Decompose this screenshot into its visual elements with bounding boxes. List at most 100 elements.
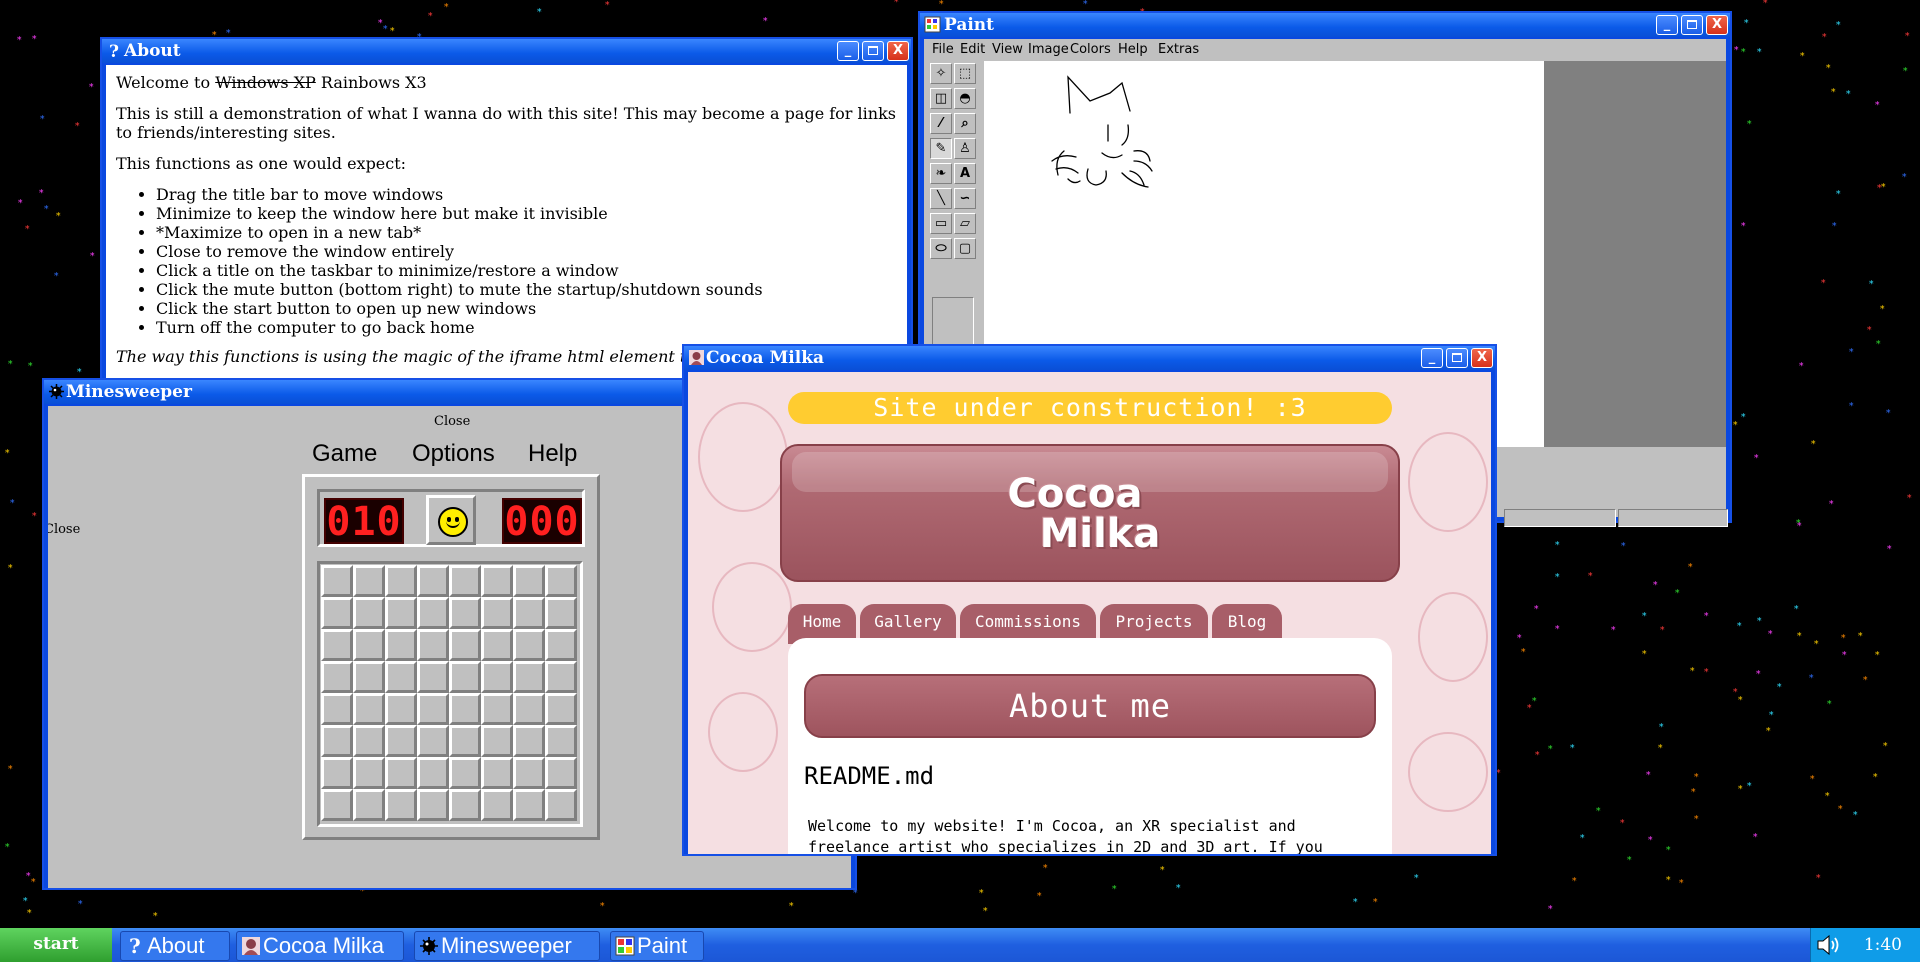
tool-airbrush[interactable]: ❧ bbox=[930, 163, 952, 184]
taskbar-item-minesweeper[interactable]: Minesweeper bbox=[414, 931, 600, 961]
taskbar-item-paint[interactable]: Paint bbox=[610, 931, 704, 961]
menu-help[interactable]: Help bbox=[528, 440, 577, 468]
mine-cell[interactable] bbox=[353, 565, 385, 597]
mine-cell[interactable] bbox=[545, 597, 577, 629]
tool-polygon[interactable]: ▱ bbox=[954, 213, 976, 234]
mine-cell[interactable] bbox=[417, 629, 449, 661]
tool-fill[interactable]: ◓ bbox=[954, 88, 976, 109]
mine-cell[interactable] bbox=[481, 789, 513, 821]
mine-cell[interactable] bbox=[449, 629, 481, 661]
mine-cell[interactable] bbox=[385, 789, 417, 821]
mine-cell[interactable] bbox=[385, 693, 417, 725]
mine-cell[interactable] bbox=[545, 565, 577, 597]
mine-cell[interactable] bbox=[449, 693, 481, 725]
mine-cell[interactable] bbox=[513, 789, 545, 821]
mine-cell[interactable] bbox=[449, 565, 481, 597]
mine-cell[interactable] bbox=[513, 757, 545, 789]
mine-cell[interactable] bbox=[513, 629, 545, 661]
maximize-button[interactable] bbox=[1446, 348, 1468, 368]
tool-line[interactable]: ╲ bbox=[930, 188, 952, 209]
tool-rect-select[interactable]: ⬚ bbox=[954, 63, 976, 84]
maximize-button[interactable] bbox=[1681, 15, 1703, 35]
mine-cell[interactable] bbox=[417, 693, 449, 725]
mine-cell[interactable] bbox=[545, 661, 577, 693]
reset-button[interactable] bbox=[426, 495, 476, 545]
close-button[interactable]: X bbox=[887, 41, 909, 61]
speaker-icon[interactable] bbox=[1815, 933, 1841, 957]
mine-cell[interactable] bbox=[481, 565, 513, 597]
mine-cell[interactable] bbox=[417, 597, 449, 629]
menu-help[interactable]: Help bbox=[1118, 42, 1148, 57]
tool-rectangle[interactable]: ▭ bbox=[930, 213, 952, 234]
close-button[interactable]: X bbox=[1706, 15, 1728, 35]
about-window[interactable]: ? About _ X Welcome to Windows XP Rainbo… bbox=[100, 37, 913, 392]
paint-title-bar[interactable]: Paint _ X bbox=[920, 13, 1730, 37]
mine-cell[interactable] bbox=[449, 757, 481, 789]
mine-cell[interactable] bbox=[417, 661, 449, 693]
maximize-button[interactable] bbox=[862, 41, 884, 61]
mine-cell[interactable] bbox=[513, 693, 545, 725]
tool-free-select[interactable]: ✧ bbox=[930, 63, 952, 84]
close-button[interactable]: X bbox=[1471, 348, 1493, 368]
mine-cell[interactable] bbox=[321, 757, 353, 789]
cocoa-title-bar[interactable]: Cocoa Milka _ X bbox=[684, 346, 1495, 370]
tool-brush[interactable]: ♙ bbox=[954, 138, 976, 159]
mine-cell[interactable] bbox=[353, 757, 385, 789]
tool-text[interactable]: A bbox=[954, 163, 976, 184]
close-link-clipped[interactable]: Close bbox=[48, 522, 80, 537]
mine-cell[interactable] bbox=[545, 629, 577, 661]
menu-file[interactable]: File bbox=[932, 42, 954, 57]
menu-edit[interactable]: Edit bbox=[960, 42, 985, 57]
tool-pencil[interactable]: ✎ bbox=[930, 138, 952, 159]
menu-extras[interactable]: Extras bbox=[1158, 42, 1199, 57]
mine-cell[interactable] bbox=[481, 597, 513, 629]
mine-cell[interactable] bbox=[353, 693, 385, 725]
mine-cell[interactable] bbox=[513, 597, 545, 629]
mine-cell[interactable] bbox=[385, 629, 417, 661]
mine-cell[interactable] bbox=[321, 789, 353, 821]
mine-cell[interactable] bbox=[321, 725, 353, 757]
mine-cell[interactable] bbox=[321, 693, 353, 725]
tool-picker[interactable]: ⁄ bbox=[930, 113, 952, 134]
about-title-bar[interactable]: ? About _ X bbox=[102, 39, 911, 63]
mine-cell[interactable] bbox=[545, 725, 577, 757]
cocoa-milka-window[interactable]: Cocoa Milka _ X Site under construction!… bbox=[682, 344, 1497, 856]
mine-cell[interactable] bbox=[513, 725, 545, 757]
mine-cell[interactable] bbox=[449, 597, 481, 629]
mine-cell[interactable] bbox=[513, 565, 545, 597]
mine-cell[interactable] bbox=[449, 661, 481, 693]
mine-cell[interactable] bbox=[321, 629, 353, 661]
tool-magnifier[interactable]: ⌕ bbox=[954, 113, 976, 134]
mine-cell[interactable] bbox=[417, 565, 449, 597]
menu-colors[interactable]: Colors bbox=[1070, 42, 1111, 57]
taskbar-item-about[interactable]: ? About bbox=[120, 931, 230, 961]
mine-cell[interactable] bbox=[385, 661, 417, 693]
mine-cell[interactable] bbox=[385, 725, 417, 757]
mine-cell[interactable] bbox=[353, 661, 385, 693]
mine-cell[interactable] bbox=[513, 661, 545, 693]
close-link[interactable]: Close bbox=[434, 414, 470, 429]
mine-cell[interactable] bbox=[385, 757, 417, 789]
mine-cell[interactable] bbox=[321, 565, 353, 597]
mine-cell[interactable] bbox=[545, 789, 577, 821]
menu-options[interactable]: Options bbox=[412, 440, 495, 468]
mine-cell[interactable] bbox=[481, 661, 513, 693]
mine-cell[interactable] bbox=[449, 789, 481, 821]
tool-ellipse[interactable]: ⬭ bbox=[930, 238, 952, 259]
tool-curve[interactable]: ∽ bbox=[954, 188, 976, 209]
mine-cell[interactable] bbox=[321, 597, 353, 629]
mine-cell[interactable] bbox=[449, 725, 481, 757]
start-button[interactable]: start bbox=[0, 928, 112, 962]
mine-cell[interactable] bbox=[545, 757, 577, 789]
mine-cell[interactable] bbox=[481, 757, 513, 789]
mine-cell[interactable] bbox=[481, 693, 513, 725]
tool-eraser[interactable]: ◫ bbox=[930, 88, 952, 109]
menu-image[interactable]: Image bbox=[1028, 42, 1069, 57]
mine-cell[interactable] bbox=[353, 789, 385, 821]
mine-cell[interactable] bbox=[385, 565, 417, 597]
mine-cell[interactable] bbox=[417, 725, 449, 757]
mine-cell[interactable] bbox=[417, 789, 449, 821]
minimize-button[interactable]: _ bbox=[837, 41, 859, 61]
mine-cell[interactable] bbox=[385, 597, 417, 629]
mine-cell[interactable] bbox=[481, 725, 513, 757]
